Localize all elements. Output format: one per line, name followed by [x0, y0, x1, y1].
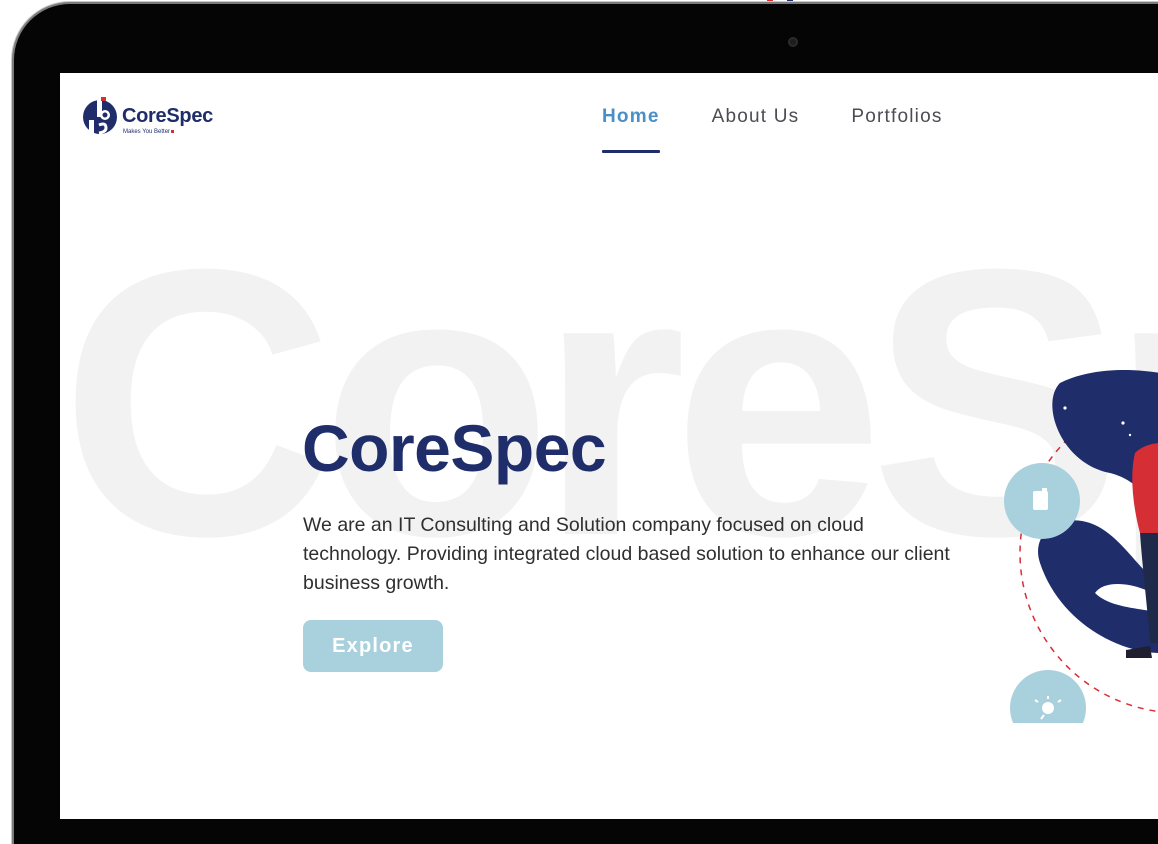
logo-tagline: Makes You Better [123, 129, 175, 135]
hero-illustration [1004, 370, 1158, 723]
hero-description: We are an IT Consulting and Solution com… [303, 514, 950, 594]
explore-button[interactable]: Explore [303, 620, 443, 672]
hero-title: CoreSpec [302, 411, 607, 485]
document-icon [1004, 463, 1080, 539]
lightbulb-icon [1010, 670, 1086, 723]
logo-name: CoreSpec [122, 105, 213, 127]
nav-home[interactable]: Home [602, 106, 660, 153]
nav-portfolios[interactable]: Portfolios [851, 106, 942, 128]
webcam [788, 37, 798, 47]
website-screen: CoreSpec Makes You Better Home About Us … [60, 73, 1158, 819]
nav-about-us[interactable]: About Us [712, 106, 800, 128]
logo-mark-icon [83, 97, 117, 135]
main-nav: Home About Us Portfolios [602, 106, 995, 153]
